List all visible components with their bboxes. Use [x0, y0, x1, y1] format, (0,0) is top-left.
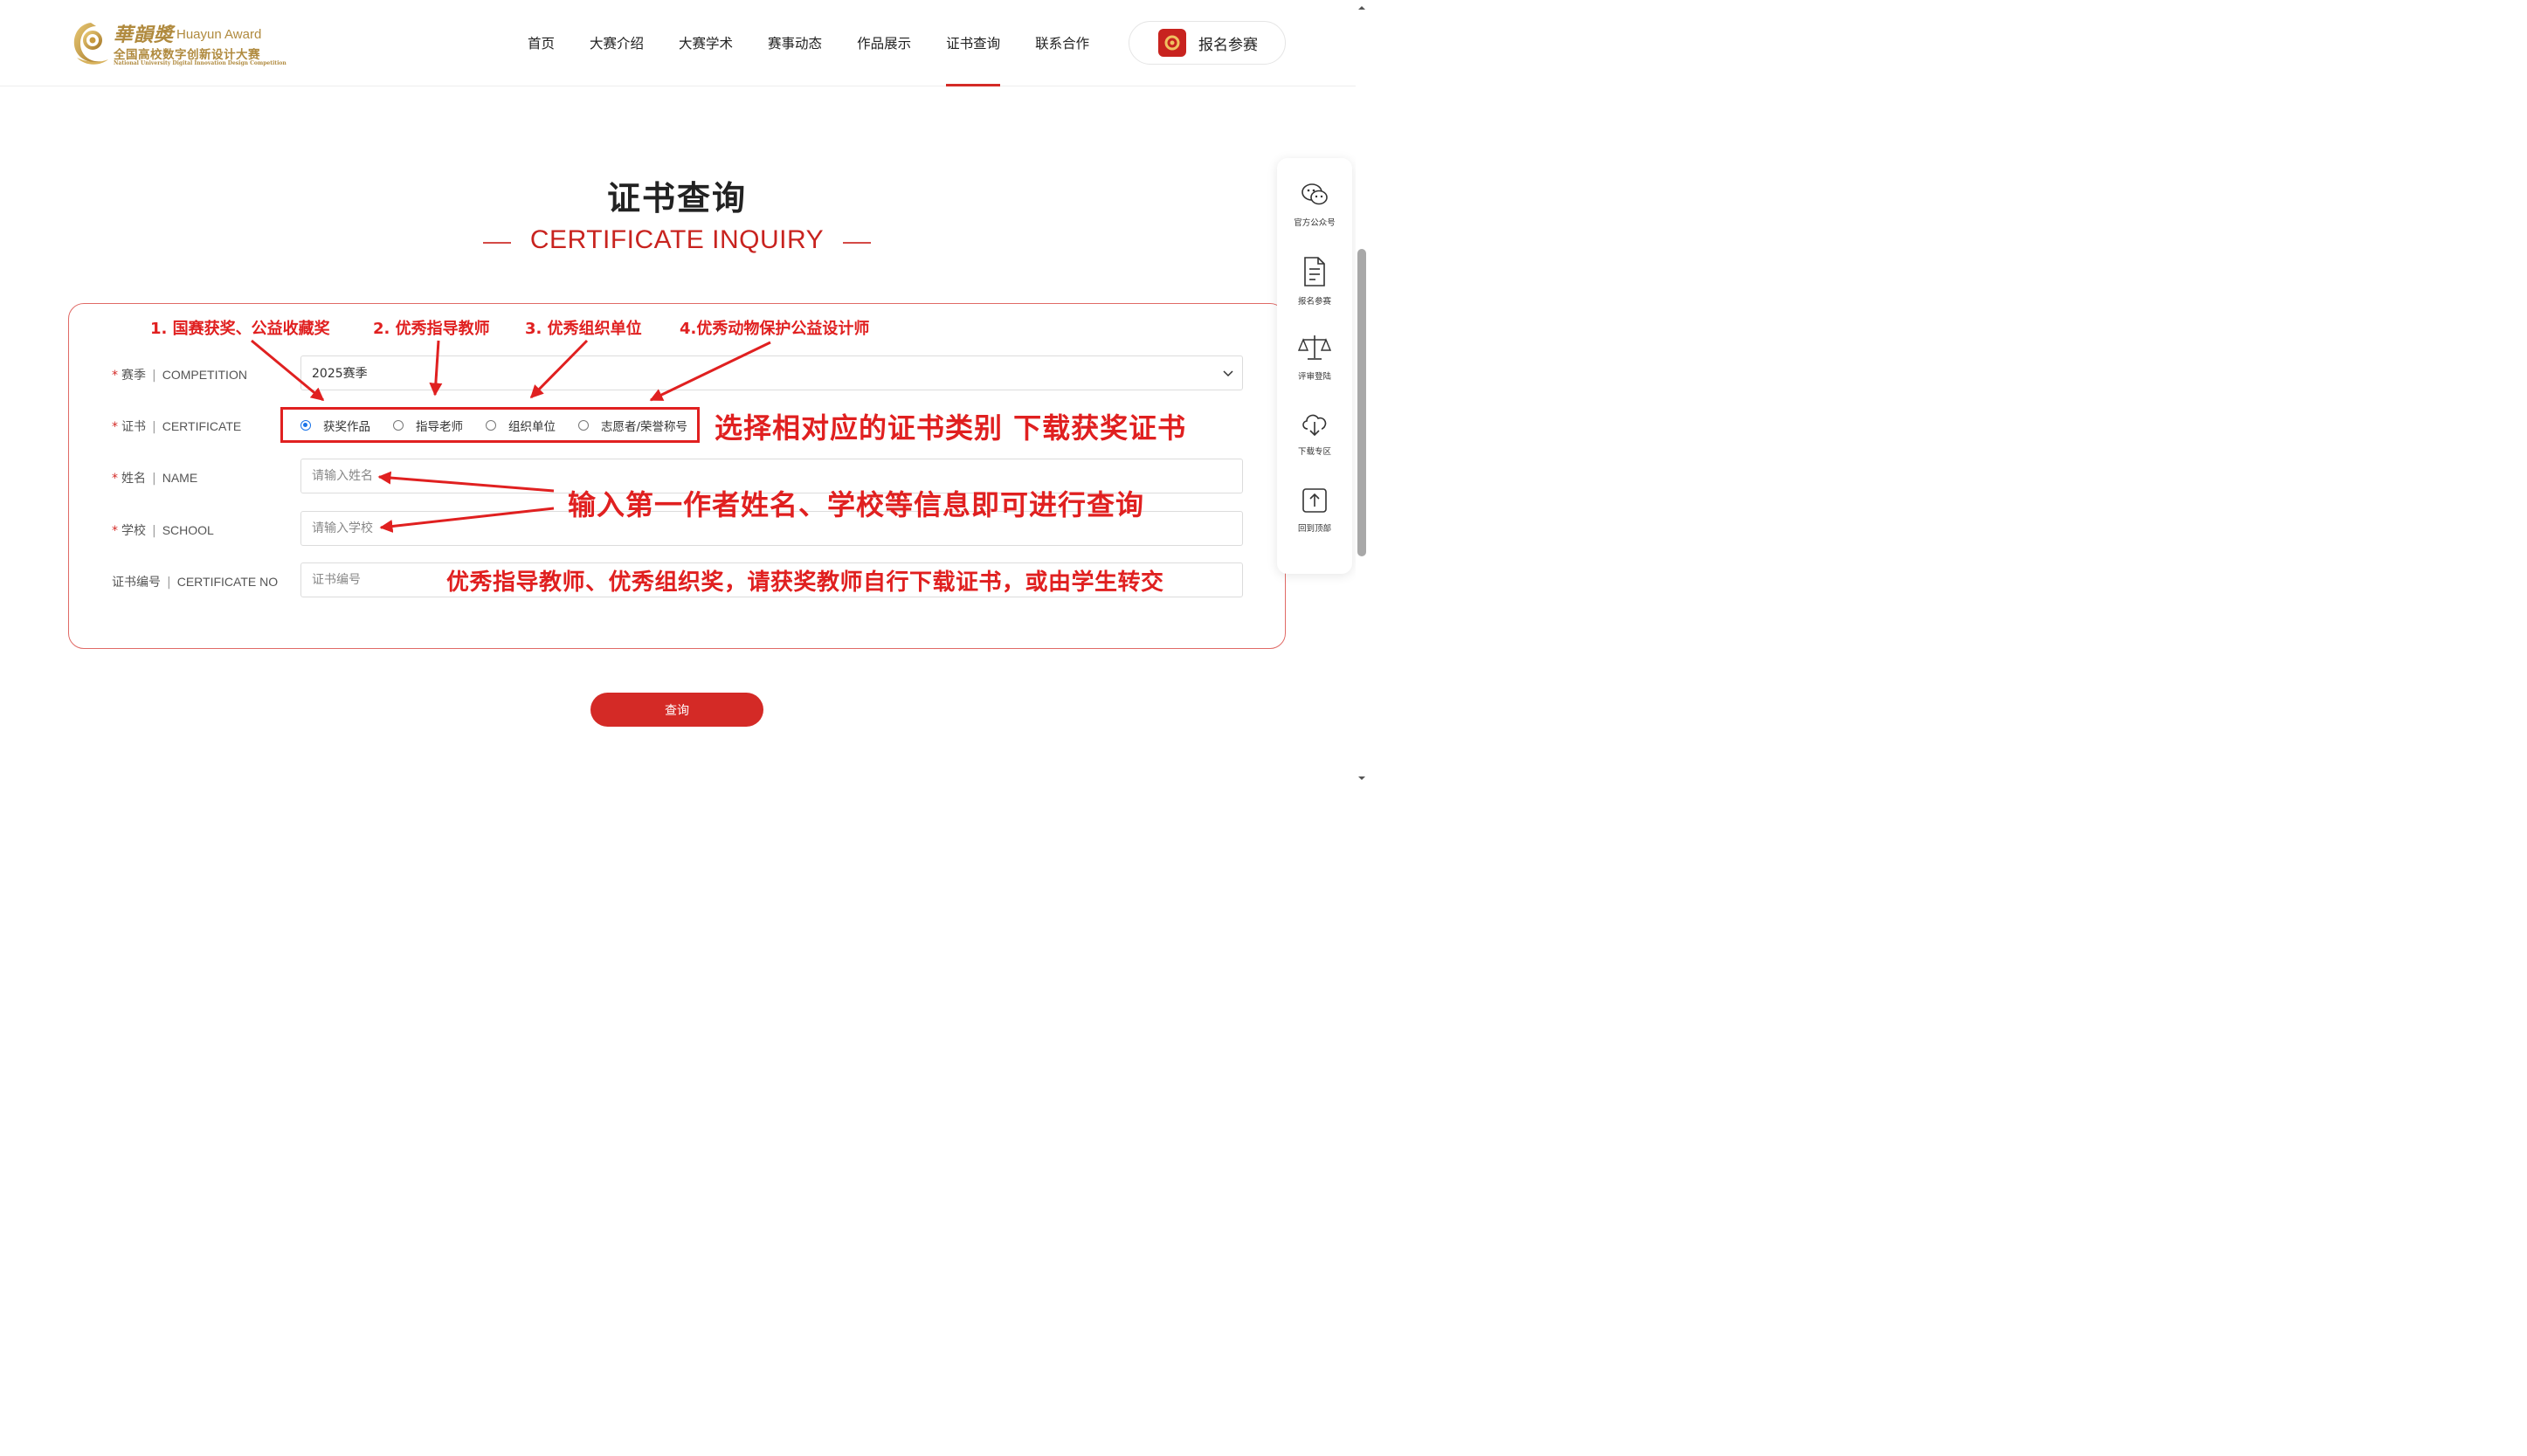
logo-subtitle: 全国高校数字创新设计大赛 — [114, 48, 260, 62]
signup-logo-icon — [1158, 29, 1186, 57]
annotation-select-hint: 选择相对应的证书类别 下载获奖证书 — [715, 411, 1187, 445]
page-subtitle-wrap: CERTIFICATE INQUIRY — [0, 225, 1354, 255]
certificate-label: * 证书 | CERTIFICATE — [112, 419, 242, 434]
annotation-input-hint: 输入第一作者姓名、学校等信息即可进行查询 — [568, 488, 1145, 521]
season-label: * 赛季 | COMPETITION — [112, 368, 247, 383]
scrollbar-thumb[interactable] — [1357, 249, 1366, 556]
nav-item-home[interactable]: 首页 — [510, 0, 572, 86]
chevron-down-icon — [1223, 370, 1233, 377]
nav-item-contact[interactable]: 联系合作 — [1018, 0, 1107, 86]
season-select-value: 2025赛季 — [312, 367, 368, 381]
scale-icon — [1298, 335, 1331, 360]
season-select[interactable]: 2025赛季 — [300, 355, 1243, 390]
nav-item-works[interactable]: 作品展示 — [839, 0, 929, 86]
document-icon — [1304, 257, 1325, 286]
page-title: 证书查询 — [606, 179, 747, 217]
annotation-label-1: 1. 国赛获奖、公益收藏奖 — [150, 320, 330, 338]
annotation-teacher-hint: 优秀指导教师、优秀组织奖，请获奖教师自行下载证书，或由学生转交 — [446, 569, 1164, 596]
query-button[interactable]: 查询 — [590, 693, 763, 727]
scroll-up-arrow-icon[interactable] — [1357, 3, 1366, 12]
logo-en-text: Huayun Award — [176, 27, 262, 42]
back-to-top-icon — [1302, 488, 1327, 513]
side-item-wechat[interactable]: 官方公众号 — [1277, 181, 1352, 251]
nav-item-news[interactable]: 赛事动态 — [750, 0, 839, 86]
nav-item-intro[interactable]: 大赛介绍 — [572, 0, 661, 86]
nav-item-certificate[interactable]: 证书查询 — [929, 0, 1018, 86]
annotation-label-4: 4.优秀动物保护公益设计师 — [680, 320, 870, 338]
annotation-highlight-box — [280, 407, 700, 443]
scroll-down-arrow-icon[interactable] — [1357, 774, 1366, 783]
cert-no-label: 证书编号 | CERTIFICATE NO — [112, 575, 279, 590]
main-nav: 首页 大赛介绍 大赛学术 赛事动态 作品展示 证书查询 联系合作 — [510, 0, 1107, 86]
floating-side-panel: 官方公众号 报名参赛 评审登陆 下载专区 回到顶部 — [1277, 158, 1352, 574]
annotation-label-2: 2. 优秀指导教师 — [373, 320, 490, 338]
logo-cn-text: 華韻奬 — [114, 24, 175, 46]
side-item-signup[interactable]: 报名参赛 — [1277, 256, 1352, 326]
wechat-icon — [1301, 183, 1328, 205]
side-item-download[interactable]: 下载专区 — [1277, 410, 1352, 480]
name-label: * 姓名 | NAME — [112, 471, 198, 486]
site-logo[interactable]: 華韻奬 Huayun Award 全国高校数字创新设计大赛 National U… — [70, 17, 287, 70]
logo-subtitle-en: National University Digital Innovation D… — [114, 60, 287, 66]
side-item-back-to-top[interactable]: 回到顶部 — [1277, 486, 1352, 556]
annotation-label-3: 3. 优秀组织单位 — [525, 320, 642, 338]
school-label: * 学校 | SCHOOL — [112, 523, 214, 538]
cloud-download-icon — [1302, 414, 1327, 437]
signup-button[interactable]: 报名参赛 — [1129, 21, 1286, 65]
side-item-review-login[interactable]: 评审登陆 — [1277, 333, 1352, 403]
page-subtitle: CERTIFICATE INQUIRY — [482, 225, 872, 255]
logo-emblem-icon — [73, 23, 108, 65]
site-header: 華韻奬 Huayun Award 全国高校数字创新设计大赛 National U… — [0, 0, 1370, 86]
nav-item-academic[interactable]: 大赛学术 — [661, 0, 750, 86]
signup-label: 报名参赛 — [1198, 36, 1258, 54]
